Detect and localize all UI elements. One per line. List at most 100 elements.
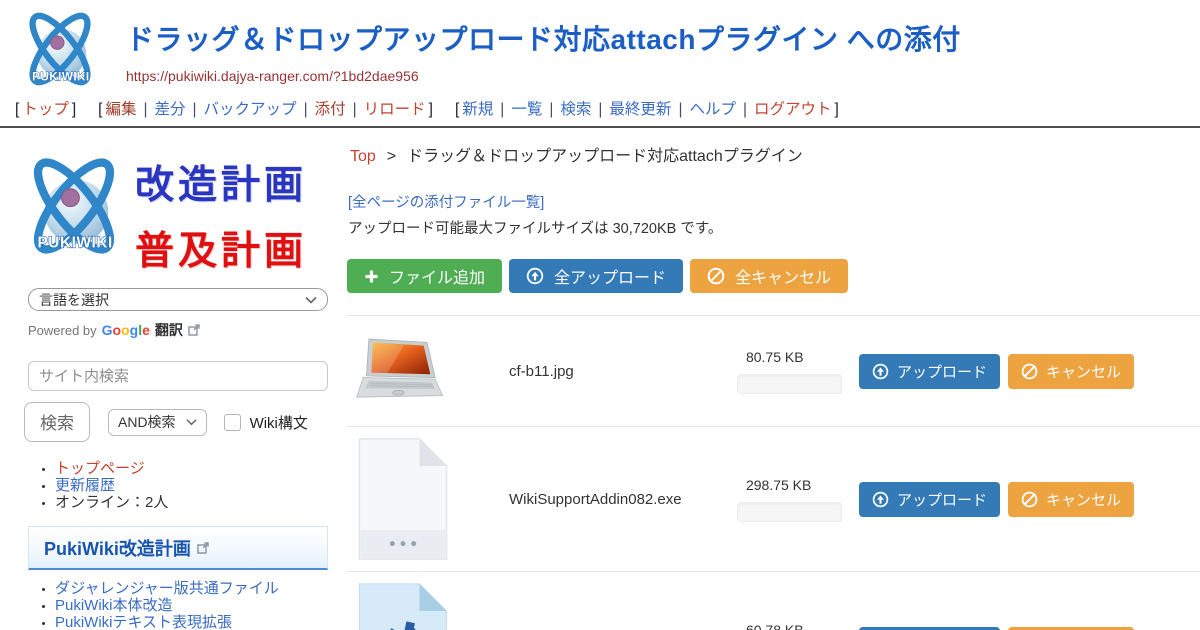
search-mode-select[interactable]: AND検索 [108,409,207,436]
file-size: 298.75 KB [746,477,842,493]
search-button[interactable]: 検索 [24,402,90,442]
chevron-down-icon [305,296,317,304]
pukiwiki-atom-logo-icon: PUKIWIKI [10,4,110,94]
nav-separator: | [743,101,747,118]
nav-link[interactable]: 差分 [155,101,186,118]
cancel-button-label: キャンセル [1046,489,1121,510]
nav-bracket: [ [455,101,459,118]
nav-link[interactable]: 新規 [462,101,493,118]
cancel-button[interactable]: キャンセル [1008,354,1134,389]
upload-all-button[interactable]: 全アップロード [509,259,683,293]
sidebar-plugin-links: ダジャレンジャー版共通ファイル PukiWiki本体改造 PukiWikiテキス… [15,581,347,630]
ban-icon [1021,363,1038,380]
nav-separator: | [598,101,602,118]
wiki-syntax-label: Wiki構文 [250,412,308,433]
upload-file-list: cf-b11.jpg 80.75 KB アップロード [347,315,1200,630]
nav-bracket: [ [98,101,102,118]
nav-link[interactable]: 添付 [315,101,346,118]
plus-icon [364,269,379,284]
page-title: ドラッグ＆ドロップアップロード対応attachプラグイン への添付 [126,18,961,58]
ban-icon [1021,491,1038,508]
site-search-input[interactable] [28,361,328,391]
breadcrumb-current: ドラッグ＆ドロップアップロード対応attachプラグイン [407,148,803,165]
google-translate-attribution[interactable]: Powered by Google 翻訳 [28,320,347,340]
laptop-photo-thumbnail [355,329,445,413]
language-select[interactable]: 言語を選択 [28,288,328,311]
translate-label: 翻訳 [155,320,183,340]
sidebar-link-update-history[interactable]: 更新履歴 [55,477,115,494]
breadcrumb-home-link[interactable]: Top [350,148,376,165]
sidebar-section-title[interactable]: PukiWiki改造計画 [28,526,328,570]
nav-link[interactable]: 編集 [105,101,136,118]
page-url[interactable]: https://pukiwiki.dajya-ranger.com/?1bd2d… [126,68,961,84]
add-file-label: ファイル追加 [389,264,485,288]
progress-bar [737,374,842,394]
upload-button[interactable]: アップロード [859,482,1000,517]
upload-button[interactable]: アップロード [859,354,1000,389]
sidebar-link-core-mod[interactable]: PukiWiki本体改造 [55,597,173,614]
nav-bracket: [ [15,101,19,118]
main-content: Top > ドラッグ＆ドロップアップロード対応attachプラグイン [全ページの添… [347,128,1200,630]
upload-button-label: アップロード [897,489,987,510]
nav-separator: | [143,101,147,118]
pukiwiki-atom-logo-icon: PUKIWIKI [15,142,133,270]
navbar: [トップ][編集|差分|バックアップ|添付|リロード][新規|一覧|検索|最終更… [0,95,1200,128]
upload-toolbar: ファイル追加 全アップロード 全キャンセル [347,259,1200,293]
cancel-button-label: キャンセル [1046,361,1121,382]
nav-separator: | [500,101,504,118]
upload-button[interactable]: アップロード [859,627,1000,630]
nav-link[interactable]: バックアップ [204,101,297,118]
sidebar-link-common-files[interactable]: ダジャレンジャー版共通ファイル [55,580,279,597]
nav-link[interactable]: 検索 [560,101,591,118]
file-row: cf-b11.jpg 80.75 KB アップロード [347,316,1200,427]
cancel-all-label: 全キャンセル [735,264,831,288]
breadcrumb-separator: > [387,148,396,165]
search-mode-value: AND検索 [118,412,176,432]
sidebar-link-text-ext[interactable]: PukiWikiテキスト表現拡張 [55,614,232,630]
nav-separator: | [353,101,357,118]
upload-all-label: 全アップロード [554,264,666,288]
upload-circle-icon [526,267,544,285]
nav-separator: | [549,101,553,118]
external-link-icon [188,324,200,336]
language-select-value: 言語を選択 [39,290,109,310]
nav-separator: | [678,101,682,118]
logo-slogan-fukyuu: 普及計画 [135,220,307,276]
generic-file-icon [355,435,451,563]
cancel-all-button[interactable]: 全キャンセル [690,259,848,293]
nav-bracket: ] [835,101,839,118]
file-row: WikiSupportAddin082.exe 298.75 KB アップロード [347,427,1200,572]
powered-by-text: Powered by [28,323,97,338]
sidebar-link-top-page[interactable]: トップページ [55,460,145,477]
chevron-down-icon [186,418,197,426]
pukiwiki-logo-text: PUKIWIKI [37,234,112,251]
pukiwiki-logo-text: PUKIWIKI [32,71,90,84]
add-file-button[interactable]: ファイル追加 [347,259,502,293]
cancel-button[interactable]: キャンセル [1008,627,1134,630]
nav-link[interactable]: ヘルプ [689,101,736,118]
breadcrumb: Top > ドラッグ＆ドロップアップロード対応attachプラグイン [350,142,1200,166]
html-file-icon [355,580,451,630]
cancel-button[interactable]: キャンセル [1008,482,1134,517]
upload-circle-icon [872,491,889,508]
nav-link[interactable]: ログアウト [754,101,832,118]
progress-bar [737,502,842,522]
nav-link[interactable]: 一覧 [511,101,542,118]
ban-icon [707,267,725,285]
nav-link[interactable]: リロード [364,101,426,118]
file-size: 80.75 KB [746,349,842,365]
wiki-syntax-checkbox[interactable] [224,414,241,431]
sidebar-online-count: オンライン：2人 [55,494,168,511]
sidebar-site-logo: PUKIWIKI 改造計画 普及計画 [15,142,347,276]
file-name: cf-b11.jpg [455,363,737,380]
file-name: WikiSupportAddin082.exe [455,491,737,508]
sidebar-quick-links: トップページ 更新履歴 オンライン：2人 [15,461,347,511]
logo-slogan-kaizou: 改造計画 [135,154,307,210]
nav-link[interactable]: トップ [22,101,69,118]
nav-separator: | [304,101,308,118]
nav-link[interactable]: 最終更新 [609,101,671,118]
file-size: 60.78 KB [746,622,842,630]
sidebar: PUKIWIKI 改造計画 普及計画 言語を選択 Powered by Goog… [0,128,347,630]
all-attachments-link[interactable]: [全ページの添付ファイル一覧] [348,191,544,212]
upload-circle-icon [872,363,889,380]
